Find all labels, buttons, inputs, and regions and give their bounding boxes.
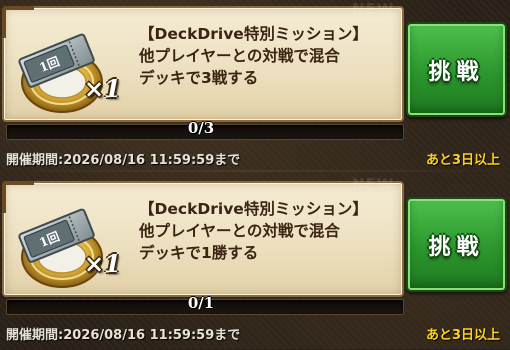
progress-count: 0/1: [187, 294, 215, 312]
mission-card: 1回 ×1 【DeckDrive特別ミッション】 他プレイヤーとの対戦で混合 デ…: [2, 6, 404, 122]
reward-multiplier: ×1: [84, 74, 121, 103]
mission-description: 【DeckDrive特別ミッション】 他プレイヤーとの対戦で混合 デッキで1勝す…: [139, 200, 368, 262]
challenge-button-label: 挑戦: [428, 59, 485, 85]
new-ghost-label: NEW: [352, 0, 395, 18]
challenge-button-label: 挑戦: [428, 234, 485, 260]
event-period: 開催期間:2026/08/16 11:59:59まで: [6, 328, 241, 343]
mission-item: 1回 ×1 【DeckDrive特別ミッション】 他プレイヤーとの対戦で混合 デ…: [0, 175, 510, 350]
challenge-button[interactable]: 挑戦: [406, 22, 507, 117]
divider: [0, 170, 510, 172]
mission-card: 1回 ×1 【DeckDrive特別ミッション】 他プレイヤーとの対戦で混合 デ…: [2, 181, 404, 297]
event-period: 開催期間:2026/08/16 11:59:59まで: [6, 153, 241, 168]
mission-description: 【DeckDrive特別ミッション】 他プレイヤーとの対戦で混合 デッキで3戦す…: [139, 25, 368, 87]
challenge-button[interactable]: 挑戦: [406, 197, 507, 292]
progress-count: 0/3: [187, 119, 215, 137]
new-ghost-label: NEW: [352, 175, 395, 193]
time-remaining: あと3日以上: [425, 153, 500, 168]
reward-multiplier: ×1: [84, 249, 121, 278]
mission-item: 1回 ×1 【DeckDrive特別ミッション】 他プレイヤーとの対戦で混合 デ…: [0, 0, 510, 175]
time-remaining: あと3日以上: [425, 328, 500, 343]
